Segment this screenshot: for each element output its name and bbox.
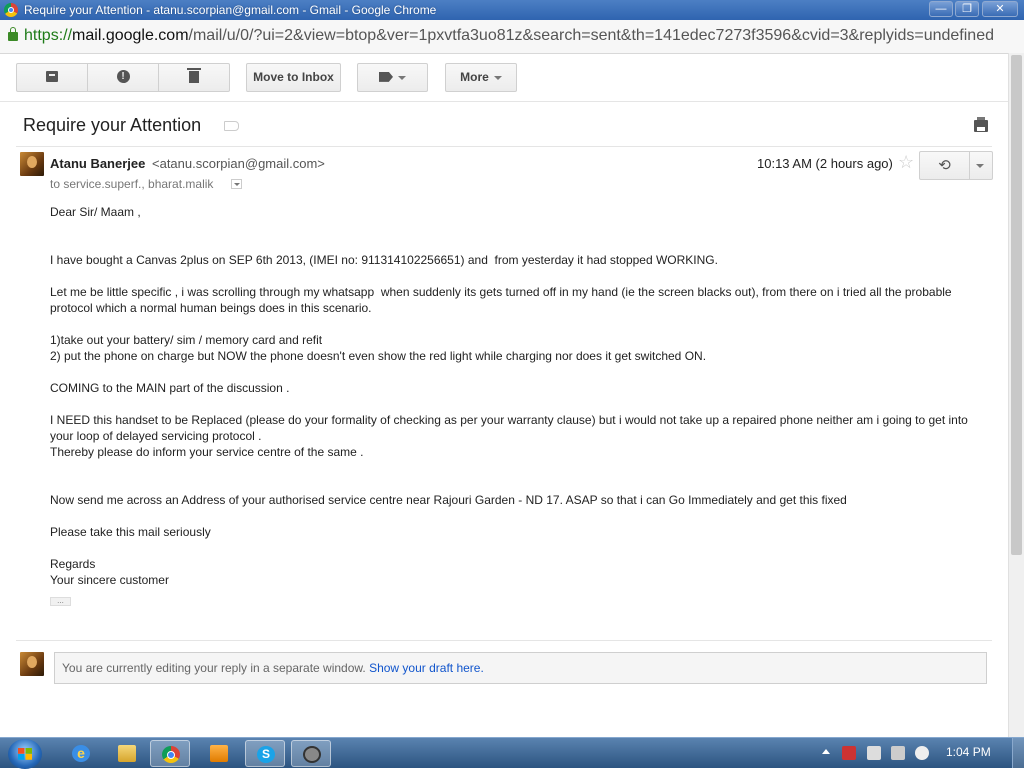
sender-name[interactable]: Atanu Banerjee — [50, 156, 145, 171]
file-explorer-taskbar-icon[interactable] — [107, 740, 147, 767]
spam-icon: ! — [116, 70, 130, 84]
chevron-down-icon — [493, 75, 502, 80]
action-center-icon[interactable] — [842, 746, 856, 760]
body-line — [50, 236, 990, 252]
show-draft-link[interactable]: Show your draft here. — [369, 661, 484, 675]
show-details-icon[interactable] — [231, 179, 242, 189]
body-line — [50, 460, 990, 476]
body-line — [50, 476, 990, 492]
lock-icon — [8, 27, 18, 41]
body-line: Please take this mail seriously — [50, 525, 211, 539]
chrome-logo-icon — [4, 3, 18, 17]
body-line: 1)take out your battery/ sim / memory ca… — [50, 333, 323, 347]
scrollbar-thumb[interactable] — [1011, 55, 1022, 555]
volume-icon[interactable] — [915, 746, 929, 760]
page-scrollbar[interactable] — [1008, 53, 1024, 737]
system-clock[interactable]: 1:04 PM — [946, 745, 991, 759]
label-icon — [379, 71, 393, 82]
body-line: COMING to the MAIN part of the discussio… — [50, 381, 290, 395]
body-line — [50, 220, 990, 236]
app-taskbar-icon[interactable] — [291, 740, 331, 767]
show-hidden-icons-icon[interactable] — [822, 749, 830, 754]
chrome-taskbar-icon[interactable] — [150, 740, 190, 767]
more-label: More — [460, 70, 489, 84]
url-path: /mail/u/0/?ui=2&view=btop&ver=1pxvtfa3uo… — [188, 27, 994, 44]
show-desktop-button[interactable] — [1012, 738, 1024, 768]
report-spam-button[interactable]: ! — [87, 63, 159, 92]
window-titlebar: Require your Attention - atanu.scorpian@… — [0, 0, 1024, 20]
archive-button[interactable] — [16, 63, 88, 92]
move-to-inbox-button[interactable]: Move to Inbox — [246, 63, 341, 92]
body-line: Thereby please do inform your service ce… — [50, 445, 364, 459]
body-line: Regards — [50, 557, 96, 571]
body-line — [50, 396, 990, 412]
message-time: 10:13 AM (2 hours ago) — [757, 156, 893, 171]
media-player-taskbar-icon[interactable] — [199, 740, 239, 767]
reply-notice-text: You are currently editing your reply in … — [62, 661, 370, 675]
network-icon[interactable] — [891, 746, 905, 760]
device-icon[interactable] — [867, 746, 881, 760]
body-line: Your sincere customer — [50, 573, 169, 587]
url-scheme: https:// — [24, 27, 73, 44]
body-line: Now send me across an Address of your au… — [50, 493, 847, 507]
show-trimmed-content-icon[interactable]: ... — [50, 597, 71, 606]
body-line — [50, 508, 990, 524]
body-line — [50, 316, 990, 332]
address-bar[interactable]: https://mail.google.com/mail/u/0/?ui=2&v… — [0, 20, 1024, 54]
archive-icon — [46, 71, 58, 83]
internet-explorer-taskbar-icon[interactable]: e — [61, 740, 101, 767]
more-button[interactable]: More — [445, 63, 517, 92]
recipients: to service.superf., bharat.malik — [50, 177, 214, 191]
skype-taskbar-icon[interactable]: S — [245, 740, 285, 767]
body-line: I NEED this handset to be Replaced (plea… — [50, 413, 972, 443]
star-icon[interactable]: ☆ — [898, 153, 914, 171]
body-line: Dear Sir/ Maam , — [50, 205, 141, 219]
reply-notice: You are currently editing your reply in … — [54, 652, 987, 684]
labels-button[interactable] — [357, 63, 428, 92]
delete-button[interactable] — [158, 63, 230, 92]
sender-avatar — [20, 152, 44, 176]
reply-more-options-button[interactable] — [970, 152, 992, 179]
reply-icon: ⟲ — [938, 157, 951, 174]
body-line: Let me be little specific , i was scroll… — [50, 285, 955, 315]
reply-button-group: ⟲ — [919, 151, 993, 180]
window-title: Require your Attention - atanu.scorpian@… — [24, 3, 437, 17]
reply-button[interactable]: ⟲ — [920, 152, 970, 179]
sender-email: <atanu.scorpian@gmail.com> — [152, 156, 325, 171]
body-line — [50, 268, 990, 284]
start-button[interactable] — [8, 739, 42, 769]
print-icon[interactable] — [974, 117, 988, 132]
gmail-toolbar: ! Move to Inbox More — [0, 53, 1008, 102]
divider — [16, 640, 992, 641]
chevron-down-icon — [976, 164, 984, 168]
thread-subject: Require your Attention — [23, 115, 202, 135]
user-avatar — [20, 652, 44, 676]
message-body: Dear Sir/ Maam , I have bought a Canvas … — [50, 204, 990, 588]
divider — [16, 146, 992, 147]
body-line: 2) put the phone on charge but NOW the p… — [50, 349, 707, 363]
url-text[interactable]: https://mail.google.com/mail/u/0/?ui=2&v… — [24, 27, 994, 45]
trash-icon — [187, 67, 201, 83]
close-window-button[interactable]: ✕ — [982, 1, 1018, 17]
minimize-button[interactable]: — — [929, 1, 953, 17]
maximize-button[interactable]: ❐ — [955, 1, 979, 17]
body-line — [50, 540, 990, 556]
body-line — [50, 364, 990, 380]
important-marker-icon[interactable] — [224, 121, 239, 131]
body-line: I have bought a Canvas 2plus on SEP 6th … — [50, 253, 718, 267]
url-host: mail.google.com — [72, 27, 189, 44]
chevron-down-icon — [398, 75, 406, 80]
